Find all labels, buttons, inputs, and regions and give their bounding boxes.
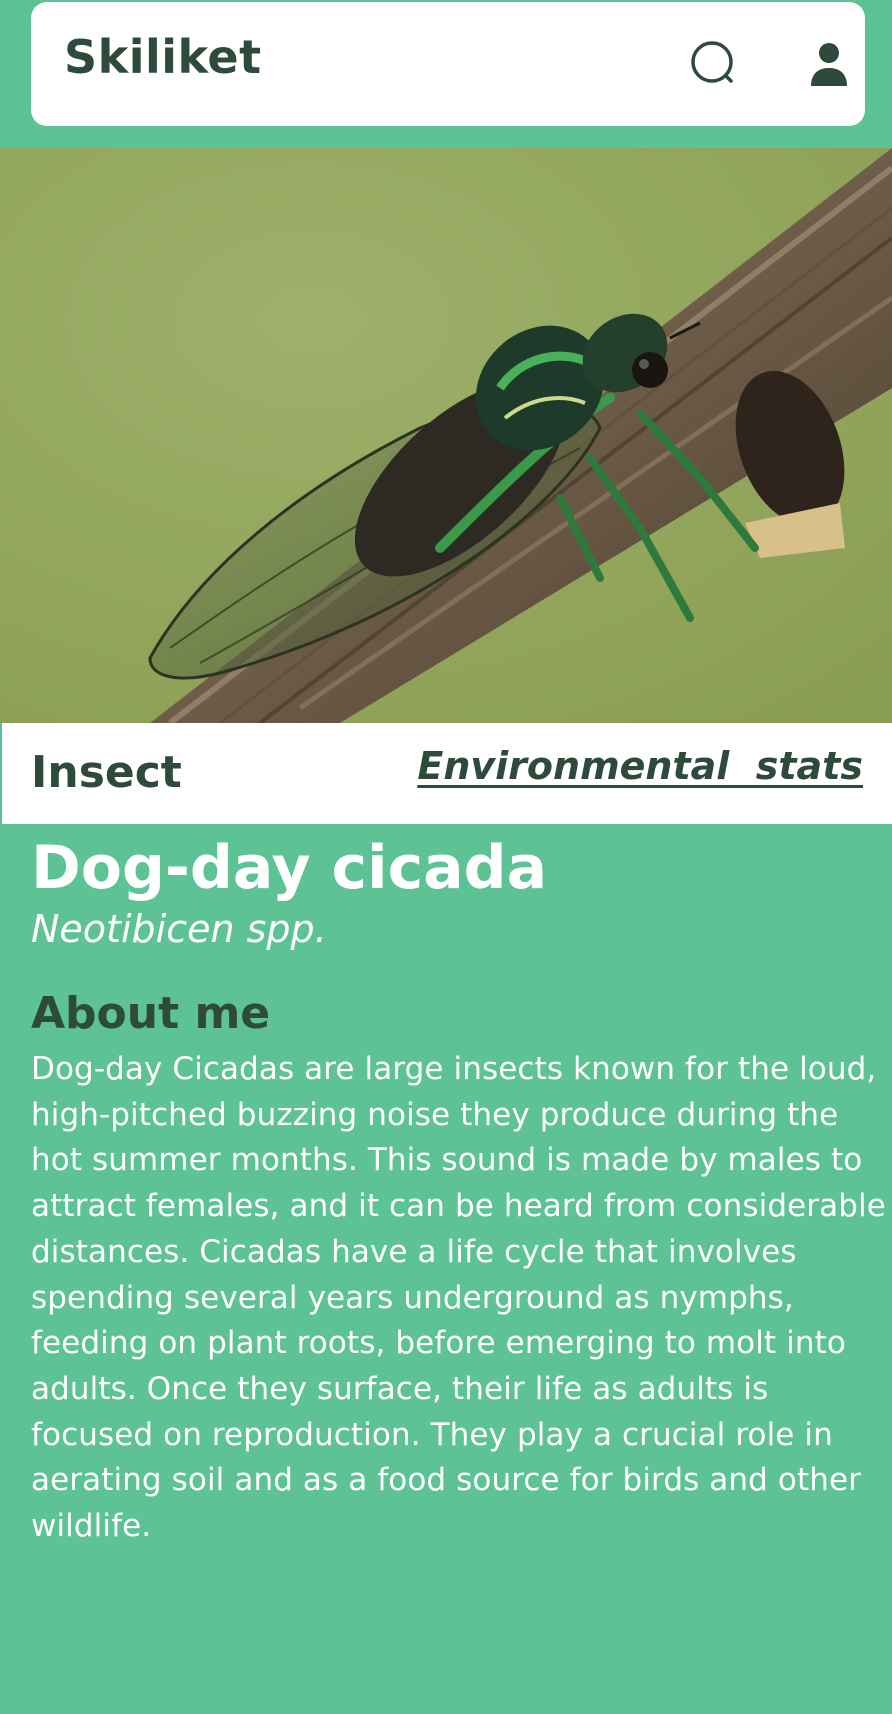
about-description: Dog-day Cicadas are large insects known … [31,1051,886,1545]
environmental-stats-link[interactable]: Environmental stats [417,747,863,785]
species-scientific-name: Neotibicen spp. [31,907,327,951]
cicada-photo [0,148,892,723]
search-icon[interactable] [686,36,742,92]
user-icon[interactable] [801,36,857,92]
about-heading: About me [31,988,271,1039]
category-bar: Insect Environmental stats [2,723,892,824]
species-common-name: Dog-day cicada [31,833,548,903]
hero-image [0,148,892,723]
app-header: Skiliket [31,2,865,126]
app-title: Skiliket [64,30,262,84]
category-label: Insect [31,747,182,798]
